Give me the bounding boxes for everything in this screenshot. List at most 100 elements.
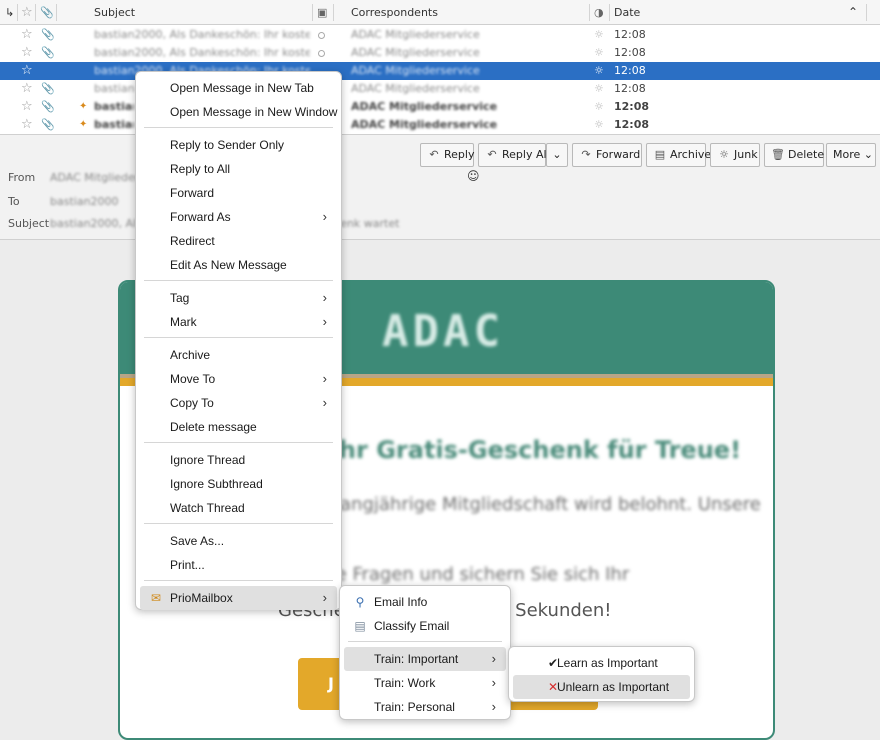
message-header-pane: ↶ Reply ↶ Reply All ⌄ ↷ Forward ▤ Archive ☼ J…: [0, 134, 880, 240]
junk-flame-icon[interactable]: ☼: [594, 119, 606, 131]
submenu-train-important[interactable]: Train: Important ›: [344, 647, 506, 671]
junk-button[interactable]: ☼ Junk: [710, 143, 760, 167]
junk-flame-icon[interactable]: ☼: [594, 101, 606, 113]
read-dot-icon[interactable]: [318, 50, 325, 57]
chevron-down-icon: ⌄: [863, 148, 873, 161]
priomailbox-icon: ✉: [150, 591, 162, 605]
menu-reply-to-all[interactable]: Reply to All: [140, 157, 337, 181]
from-label: From: [8, 171, 36, 184]
chevron-right-icon: ›: [322, 590, 327, 605]
star-icon[interactable]: ☆: [21, 118, 33, 131]
forward-label: Forward: [596, 148, 641, 161]
menu-reply-to-sender[interactable]: Reply to Sender Only: [140, 133, 337, 157]
date-column-header[interactable]: Date: [614, 0, 640, 25]
table-row[interactable]: ☆ 📎 bastian2000, Als Dankeschön: Ihr kos…: [0, 44, 880, 62]
menu-forward-as[interactable]: Forward As ›: [140, 205, 337, 229]
table-row-selected[interactable]: ☆ bastian2000, Als Dankeschön: Ihr koste…: [0, 62, 880, 80]
row-correspondent: ADAC Mitgliederservice: [351, 118, 498, 131]
train-important-submenu: ✔ Learn as Important ✕ Unlearn as Import…: [508, 646, 695, 702]
menu-print[interactable]: Print...: [140, 553, 337, 577]
row-subject: bastian2000, Als: [94, 100, 134, 113]
chevron-down-icon: ⌄: [552, 148, 562, 161]
menu-open-in-new-tab[interactable]: Open Message in New Tab: [140, 76, 337, 100]
row-subject: bastian2000, Als: [94, 118, 134, 131]
read-dot-icon[interactable]: [318, 32, 325, 39]
junk-status-column-icon[interactable]: ▣: [317, 0, 327, 25]
subject-column-header[interactable]: Subject: [94, 0, 135, 25]
submenu-train-personal[interactable]: Train: Personal ›: [344, 695, 506, 719]
row-date: 12:08: [614, 118, 650, 131]
attachment-icon: 📎: [41, 28, 55, 41]
read-status-column-icon[interactable]: ◑: [594, 0, 604, 25]
row-date: 12:08: [614, 64, 646, 77]
delete-button[interactable]: 🗑 Delete: [764, 143, 824, 167]
menu-copy-to[interactable]: Copy To ›: [140, 391, 337, 415]
row-date: 12:08: [614, 28, 646, 41]
star-column-icon[interactable]: ☆: [21, 0, 33, 25]
menu-watch-thread[interactable]: Watch Thread: [140, 496, 337, 520]
trash-icon: 🗑: [771, 148, 785, 161]
submenu-email-info[interactable]: ⚲ Email Info: [344, 590, 506, 614]
sort-ascending-icon[interactable]: ⌃: [848, 0, 858, 25]
contact-icon[interactable]: ☺: [467, 169, 480, 183]
forward-button[interactable]: ↷ Forward: [572, 143, 642, 167]
archive-button[interactable]: ▤ Archive: [646, 143, 711, 167]
table-row[interactable]: ☆ 📎 bastian2000, Als Dankeschön ADAC Mit…: [0, 80, 880, 98]
star-icon[interactable]: ☆: [21, 46, 33, 59]
chevron-right-icon: ›: [491, 651, 496, 666]
submenu-learn-as-important[interactable]: ✔ Learn as Important: [513, 651, 690, 675]
menu-ignore-subthread[interactable]: Ignore Subthread: [140, 472, 337, 496]
junk-flame-icon[interactable]: ☼: [594, 65, 606, 77]
menu-forward[interactable]: Forward: [140, 181, 337, 205]
more-button[interactable]: More ⌄: [826, 143, 876, 167]
menu-open-in-new-window[interactable]: Open Message in New Window: [140, 100, 337, 124]
attachment-column-icon[interactable]: 📎: [40, 0, 54, 25]
menu-redirect[interactable]: Redirect: [140, 229, 337, 253]
table-row[interactable]: ☆ 📎 ✦ bastian2000, Als ADAC Mitgliederse…: [0, 116, 880, 134]
email-line-1: Langjährige Mitgliedschaft wird belohnt.…: [330, 494, 761, 515]
cta-label: J: [328, 674, 334, 693]
menu-mark[interactable]: Mark ›: [140, 310, 337, 334]
junk-flame-icon[interactable]: ☼: [594, 47, 606, 59]
menu-edit-as-new[interactable]: Edit As New Message: [140, 253, 337, 277]
junk-flame-icon[interactable]: ☼: [594, 83, 606, 95]
junk-label: Junk: [734, 148, 758, 161]
star-icon[interactable]: ☆: [21, 64, 33, 77]
reply-all-icon: ↶: [487, 148, 497, 161]
priomailbox-submenu: ⚲ Email Info ▤ Classify Email Train: Imp…: [339, 585, 511, 720]
to-label: To: [8, 195, 20, 208]
table-row[interactable]: ☆ 📎 ✦ bastian2000, Als ADAC Mitgliederse…: [0, 98, 880, 116]
menu-tag[interactable]: Tag ›: [140, 286, 337, 310]
menu-priomailbox[interactable]: ✉ PrioMailbox ›: [140, 586, 337, 610]
row-date: 12:08: [614, 100, 650, 113]
junk-flame-icon[interactable]: ☼: [594, 29, 606, 41]
chevron-right-icon: ›: [322, 314, 327, 329]
thread-column-icon[interactable]: ↳: [5, 0, 14, 25]
document-icon: ▤: [354, 619, 366, 633]
attachment-icon: 📎: [41, 46, 55, 59]
menu-ignore-thread[interactable]: Ignore Thread: [140, 448, 337, 472]
star-icon[interactable]: ☆: [21, 82, 33, 95]
chevron-right-icon: ›: [322, 290, 327, 305]
reply-all-dropdown-button[interactable]: ⌄: [546, 143, 568, 167]
table-row[interactable]: ☆ 📎 bastian2000, Als Dankeschön: Ihr kos…: [0, 26, 880, 44]
submenu-unlearn-as-important[interactable]: ✕ Unlearn as Important: [513, 675, 690, 699]
star-icon[interactable]: ☆: [21, 100, 33, 113]
reply-all-button[interactable]: ↶ Reply All: [478, 143, 550, 167]
submenu-train-work[interactable]: Train: Work ›: [344, 671, 506, 695]
menu-save-as[interactable]: Save As...: [140, 529, 337, 553]
menu-move-to[interactable]: Move To ›: [140, 367, 337, 391]
to-value[interactable]: bastian2000: [50, 195, 119, 208]
row-correspondent: ADAC Mitgliederservice: [351, 64, 480, 77]
chevron-right-icon: ›: [491, 699, 496, 714]
new-message-icon: ✦: [79, 119, 88, 130]
menu-delete-message[interactable]: Delete message: [140, 415, 337, 439]
junk-icon: ☼: [719, 148, 729, 161]
submenu-classify-email[interactable]: ▤ Classify Email: [344, 614, 506, 638]
row-correspondent: ADAC Mitgliederservice: [351, 46, 480, 59]
correspondents-column-header[interactable]: Correspondents: [351, 0, 438, 25]
menu-archive[interactable]: Archive: [140, 343, 337, 367]
reply-button[interactable]: ↶ Reply: [420, 143, 474, 167]
message-context-menu: Open Message in New Tab Open Message in …: [135, 71, 342, 610]
star-icon[interactable]: ☆: [21, 28, 33, 41]
